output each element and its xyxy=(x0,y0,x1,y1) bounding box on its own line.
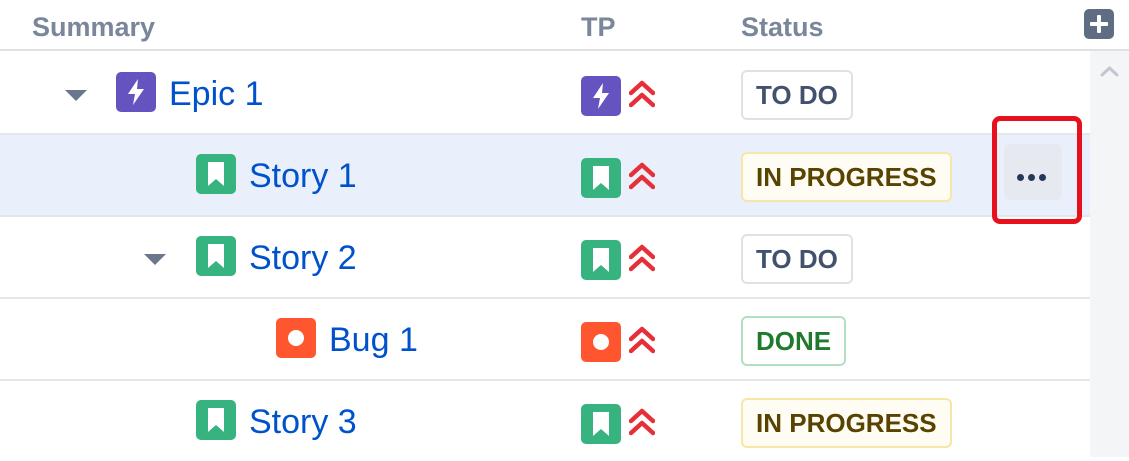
epic-icon xyxy=(581,76,621,116)
issue-title-link[interactable]: Bug 1 xyxy=(329,321,418,360)
table-row[interactable]: Bug 1 DONE xyxy=(0,299,1090,381)
story-icon xyxy=(196,154,236,194)
status-badge[interactable]: TO DO xyxy=(741,70,853,120)
table-row[interactable]: Story 2 TO DO xyxy=(0,217,1090,299)
collapse-caret-icon[interactable] xyxy=(144,254,166,265)
collapse-caret-icon[interactable] xyxy=(65,90,87,101)
issue-title-link[interactable]: Story 3 xyxy=(249,403,357,442)
highest-priority-icon xyxy=(629,162,655,190)
status-badge[interactable]: DONE xyxy=(741,316,847,366)
highest-priority-icon xyxy=(629,408,655,436)
status-badge[interactable]: TO DO xyxy=(741,234,853,284)
issue-title-link[interactable]: Story 1 xyxy=(249,157,357,196)
epic-icon xyxy=(116,72,156,112)
table-row[interactable]: Epic 1 TO DO xyxy=(0,53,1090,135)
bug-icon xyxy=(581,322,621,362)
status-badge[interactable]: IN PROGRESS xyxy=(741,152,952,202)
story-icon xyxy=(581,240,621,280)
highest-priority-icon xyxy=(629,326,655,354)
vertical-scrollbar[interactable] xyxy=(1090,51,1129,457)
add-column-button[interactable] xyxy=(1084,9,1114,39)
story-icon xyxy=(196,400,236,440)
story-icon xyxy=(581,158,621,198)
story-icon xyxy=(581,404,621,444)
scroll-up-arrow-icon[interactable] xyxy=(1100,65,1119,77)
highlight-box xyxy=(992,116,1082,224)
table-header: Summary TP Status xyxy=(0,0,1129,51)
highest-priority-icon xyxy=(629,80,655,108)
table-row[interactable]: Story 3 IN PROGRESS xyxy=(0,381,1090,461)
table-row[interactable]: Story 1 IN PROGRESS xyxy=(0,135,1090,217)
bug-icon xyxy=(276,318,316,358)
summary-column-header[interactable]: Summary xyxy=(32,12,155,43)
tp-column-header[interactable]: TP xyxy=(581,12,616,43)
story-icon xyxy=(196,236,236,276)
issue-title-link[interactable]: Epic 1 xyxy=(169,75,264,114)
status-column-header[interactable]: Status xyxy=(741,12,824,43)
highest-priority-icon xyxy=(629,244,655,272)
issue-title-link[interactable]: Story 2 xyxy=(249,239,357,278)
status-badge[interactable]: IN PROGRESS xyxy=(741,398,952,448)
